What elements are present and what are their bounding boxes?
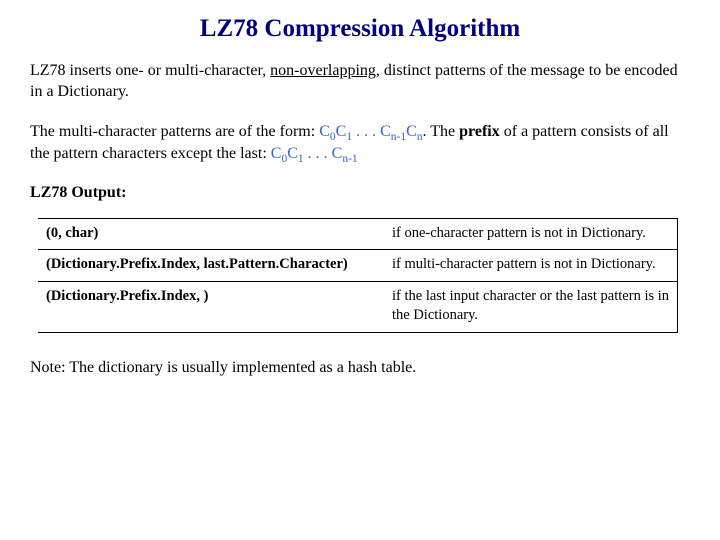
c0: C — [319, 123, 330, 140]
dots: . . . — [352, 123, 380, 140]
pattern-form: C0C1 . . . Cn-1Cn — [319, 123, 422, 140]
table-row: (Dictionary.Prefix.Index, ) if the last … — [38, 281, 678, 332]
row2-left: (Dictionary.Prefix.Index, last.Pattern.C… — [38, 250, 384, 282]
slide-body: LZ78 Compression Algorithm LZ78 inserts … — [0, 0, 720, 415]
c1: C — [336, 123, 347, 140]
output-table: (0, char) if one-character pattern is no… — [38, 218, 678, 333]
row2-right: if multi-character pattern is not in Dic… — [384, 250, 678, 282]
table-row: (0, char) if one-character pattern is no… — [38, 218, 678, 250]
p1-underline: non-overlapping — [270, 62, 376, 79]
dots2: . . . — [304, 145, 332, 162]
p1-text-a: LZ78 inserts one- or multi-character, — [30, 62, 270, 79]
cn1: C — [380, 123, 391, 140]
note: Note: The dictionary is usually implemen… — [30, 357, 690, 379]
c1b: C — [287, 145, 298, 162]
subn1: n-1 — [391, 131, 406, 143]
table-row: (Dictionary.Prefix.Index, last.Pattern.C… — [38, 250, 678, 282]
cn: C — [406, 123, 417, 140]
row1-right: if one-character pattern is not in Dicti… — [384, 218, 678, 250]
p2-the: The — [430, 123, 459, 140]
prefix-form: C0C1 . . . Cn-1 — [271, 145, 358, 162]
row1-left: (0, char) — [38, 218, 384, 250]
output-label: LZ78 Output: — [30, 182, 690, 204]
row3-right: if the last input character or the last … — [384, 281, 678, 332]
c0b: C — [271, 145, 282, 162]
p2-text-a: The multi-character patterns are of the … — [30, 123, 319, 140]
paragraph-1: LZ78 inserts one- or multi-character, no… — [30, 60, 690, 103]
subn1b: n-1 — [342, 153, 357, 165]
paragraph-2: The multi-character patterns are of the … — [30, 121, 690, 164]
p2-prefix: prefix — [459, 123, 500, 140]
row3-left: (Dictionary.Prefix.Index, ) — [38, 281, 384, 332]
cn1b: C — [332, 145, 343, 162]
slide-title: LZ78 Compression Algorithm — [30, 12, 690, 46]
